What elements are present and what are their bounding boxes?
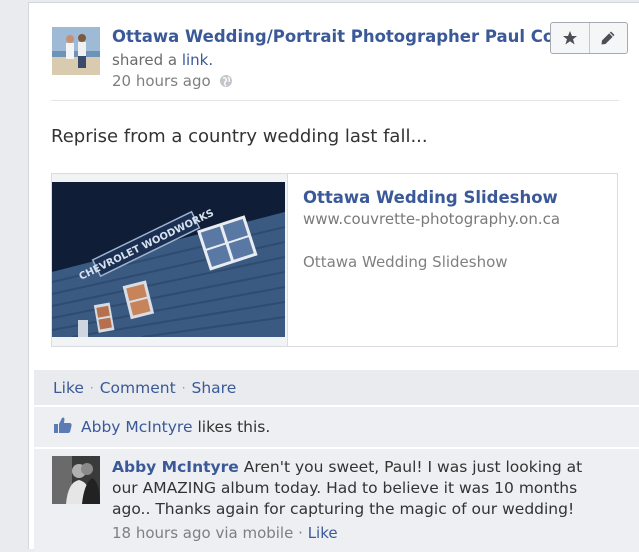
comment-link[interactable]: Comment: [100, 379, 176, 397]
link-attachment[interactable]: CHEVROLET WOODWORKS Ottawa Wedding Slide…: [51, 173, 618, 347]
star-button[interactable]: [551, 23, 589, 53]
thumbs-up-icon: [53, 416, 73, 438]
shared-link[interactable]: link.: [182, 51, 213, 69]
comment-meta: 18 hours ago via mobile · Like: [112, 524, 338, 542]
edit-button[interactable]: [588, 23, 628, 53]
author-avatar[interactable]: [52, 27, 100, 75]
likes-sentence: Abby McIntyre likes this.: [34, 407, 639, 447]
share-link[interactable]: Share: [192, 379, 237, 397]
comment-body: Abby McIntyre Aren't you sweet, Paul! I …: [112, 457, 612, 520]
commenter-name[interactable]: Abby McIntyre: [112, 458, 239, 476]
author-name[interactable]: Ottawa Wedding/Portrait Photographer Pau…: [112, 27, 552, 46]
story-card: Ottawa Wedding/Portrait Photographer Pau…: [28, 2, 639, 552]
shared-line: shared a link.: [112, 51, 213, 69]
post-timestamp[interactable]: 20 hours ago: [112, 72, 211, 90]
header-divider: [51, 100, 619, 101]
commenter-avatar[interactable]: [52, 456, 100, 504]
barn-photo: CHEVROLET WOODWORKS: [52, 182, 285, 337]
separator-dot: ·: [181, 380, 186, 395]
post-message: Reprise from a country wedding last fall…: [51, 126, 428, 147]
post-meta: 20 hours ago: [112, 72, 233, 90]
shared-prefix: shared a: [112, 51, 178, 69]
liker-name[interactable]: Abby McIntyre: [81, 418, 193, 436]
attachment-title[interactable]: Ottawa Wedding Slideshow: [303, 188, 558, 207]
like-link[interactable]: Like: [53, 379, 84, 397]
story-actions: [550, 22, 628, 54]
comment-like-link[interactable]: Like: [308, 524, 338, 542]
attachment-description: Ottawa Wedding Slideshow: [303, 253, 508, 271]
separator-dot: ·: [298, 524, 303, 542]
comment-timestamp[interactable]: 18 hours ago via mobile: [112, 524, 293, 542]
ufi-actions: Like · Comment · Share: [34, 370, 639, 405]
attachment-thumbnail[interactable]: CHEVROLET WOODWORKS: [52, 174, 288, 346]
comment-item: Abby McIntyre Aren't you sweet, Paul! I …: [34, 449, 639, 552]
globe-icon[interactable]: [219, 74, 233, 88]
star-icon: [562, 31, 577, 45]
likes-suffix: likes this.: [197, 418, 271, 436]
pencil-icon: [601, 31, 615, 45]
separator-dot: ·: [89, 380, 94, 395]
attachment-url: www.couvrette-photography.on.ca: [303, 210, 561, 228]
commenter-photo: [52, 456, 100, 504]
avatar-photo: [52, 27, 100, 75]
